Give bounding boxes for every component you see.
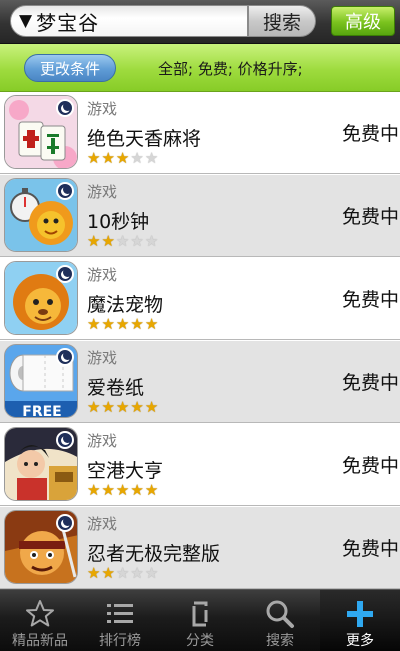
moon-badge-icon	[56, 431, 74, 449]
star-icon	[26, 600, 54, 627]
star-empty-icon: ★	[130, 149, 144, 167]
airport-tycoon-app-icon[interactable]	[4, 427, 78, 501]
app-price: 免费中	[342, 289, 400, 311]
nav-label: 精品新品	[12, 633, 68, 649]
ninja-app-icon[interactable]	[4, 510, 78, 584]
app-name[interactable]: 10秒钟	[87, 207, 149, 234]
plus-icon	[347, 601, 373, 627]
free-badge-text: FREE	[22, 404, 61, 418]
app-name[interactable]: 爱卷纸	[87, 373, 144, 400]
star-filled-icon: ★	[101, 481, 115, 499]
app-list-item[interactable]: 游戏 魔法宠物 ★ ★ ★ ★ ★ 免费中	[0, 258, 400, 340]
search-button[interactable]: 搜索	[248, 5, 316, 37]
star-rating: ★ ★ ★ ★ ★	[87, 317, 158, 332]
nav-item-category[interactable]: 分类	[160, 590, 240, 651]
star-rating: ★ ★ ★ ★ ★	[87, 483, 158, 498]
app-price: 免费中	[342, 206, 400, 228]
star-filled-icon: ★	[144, 315, 159, 333]
star-filled-icon: ★	[101, 149, 115, 167]
star-filled-icon: ★	[87, 398, 101, 416]
star-filled-icon: ★	[87, 149, 101, 167]
app-list-item[interactable]: 游戏 10秒钟 ★ ★ ★ ★ ★ 免费中	[0, 175, 400, 257]
moon-badge-icon	[56, 348, 74, 366]
app-price: 免费中	[342, 455, 400, 477]
star-empty-icon: ★	[144, 149, 159, 167]
advanced-search-button[interactable]: 高级	[331, 6, 395, 36]
app-category: 游戏	[87, 515, 118, 533]
star-filled-icon: ★	[101, 398, 115, 416]
star-rating: ★ ★ ★ ★ ★	[87, 400, 158, 415]
app-category: 游戏	[87, 100, 118, 118]
star-filled-icon: ★	[87, 564, 101, 582]
star-filled-icon: ★	[101, 564, 115, 582]
app-name[interactable]: 魔法宠物	[87, 290, 163, 317]
star-filled-icon: ★	[87, 315, 101, 333]
star-filled-icon: ★	[115, 315, 130, 333]
star-empty-icon: ★	[130, 564, 144, 582]
star-filled-icon: ★	[130, 315, 144, 333]
filter-bar: 更改条件 全部; 免费; 价格升序;	[0, 44, 400, 92]
star-filled-icon: ★	[144, 398, 159, 416]
category-icon	[192, 601, 208, 627]
star-filled-icon: ★	[87, 481, 101, 499]
moon-badge-icon	[56, 99, 74, 117]
nav-item-featured[interactable]: 精品新品	[0, 590, 80, 651]
stopwatch-lion-app-icon[interactable]	[4, 178, 78, 252]
star-filled-icon: ★	[130, 398, 144, 416]
app-category: 游戏	[87, 349, 118, 367]
app-list: 游戏 绝色天香麻将 ★ ★ ★ ★ ★ 免费中 游戏 10秒钟 ★ ★ ★ ★ …	[0, 92, 400, 589]
list-icon	[107, 604, 133, 623]
mahjong-app-icon[interactable]	[4, 95, 78, 169]
nav-label: 分类	[186, 633, 214, 649]
star-rating: ★ ★ ★ ★ ★	[87, 566, 158, 581]
nav-item-more[interactable]: 更多	[320, 590, 400, 651]
app-name[interactable]: 空港大亨	[87, 456, 163, 483]
app-list-item[interactable]: 游戏 空港大亨 ★ ★ ★ ★ ★ 免费中	[0, 424, 400, 506]
app-price: 免费中	[342, 372, 400, 394]
app-list-item[interactable]: FREE 游戏 爱卷纸 ★ ★ ★ ★ ★ 免费中	[0, 341, 400, 423]
star-empty-icon: ★	[144, 232, 159, 250]
search-input-value[interactable]: 梦宝谷	[36, 7, 99, 36]
star-empty-icon: ★	[144, 564, 159, 582]
app-list-item[interactable]: 游戏 忍者无极完整版 ★ ★ ★ ★ ★ 免费中	[0, 507, 400, 589]
star-filled-icon: ★	[115, 149, 130, 167]
app-name[interactable]: 忍者无极完整版	[87, 539, 220, 566]
star-filled-icon: ★	[101, 232, 115, 250]
dropdown-arrow-icon[interactable]: ▼	[19, 11, 32, 31]
star-filled-icon: ★	[87, 232, 101, 250]
search-input[interactable]: ▼ 梦宝谷	[10, 5, 248, 37]
toilet-paper-app-icon[interactable]: FREE	[4, 344, 78, 418]
change-conditions-button[interactable]: 更改条件	[24, 54, 116, 82]
app-category: 游戏	[87, 183, 118, 201]
star-filled-icon: ★	[115, 481, 130, 499]
nav-label: 排行榜	[99, 633, 141, 649]
star-rating: ★ ★ ★ ★ ★	[87, 234, 158, 249]
app-price: 免费中	[342, 123, 400, 145]
moon-badge-icon	[56, 182, 74, 200]
star-empty-icon: ★	[130, 232, 144, 250]
moon-badge-icon	[56, 265, 74, 283]
app-category: 游戏	[87, 432, 118, 450]
app-price: 免费中	[342, 538, 400, 560]
nav-label: 更多	[346, 633, 374, 649]
bottom-navigation: 精品新品 排行榜 分类 搜索 更多	[0, 589, 400, 651]
search-icon	[266, 600, 294, 628]
star-filled-icon: ★	[130, 481, 144, 499]
nav-item-search[interactable]: 搜索	[240, 590, 320, 651]
star-empty-icon: ★	[115, 564, 130, 582]
star-empty-icon: ★	[115, 232, 130, 250]
app-list-item[interactable]: 游戏 绝色天香麻将 ★ ★ ★ ★ ★ 免费中	[0, 92, 400, 174]
nav-label: 搜索	[266, 633, 294, 649]
star-rating: ★ ★ ★ ★ ★	[87, 151, 158, 166]
filter-summary: 全部; 免费; 价格升序;	[158, 60, 303, 78]
star-filled-icon: ★	[101, 315, 115, 333]
app-name[interactable]: 绝色天香麻将	[87, 124, 201, 151]
nav-item-ranking[interactable]: 排行榜	[80, 590, 160, 651]
lion-pet-app-icon[interactable]	[4, 261, 78, 335]
top-search-bar: ▼ 梦宝谷 搜索 高级	[0, 0, 400, 44]
app-category: 游戏	[87, 266, 118, 284]
star-filled-icon: ★	[144, 481, 159, 499]
moon-badge-icon	[56, 514, 74, 532]
star-filled-icon: ★	[115, 398, 130, 416]
